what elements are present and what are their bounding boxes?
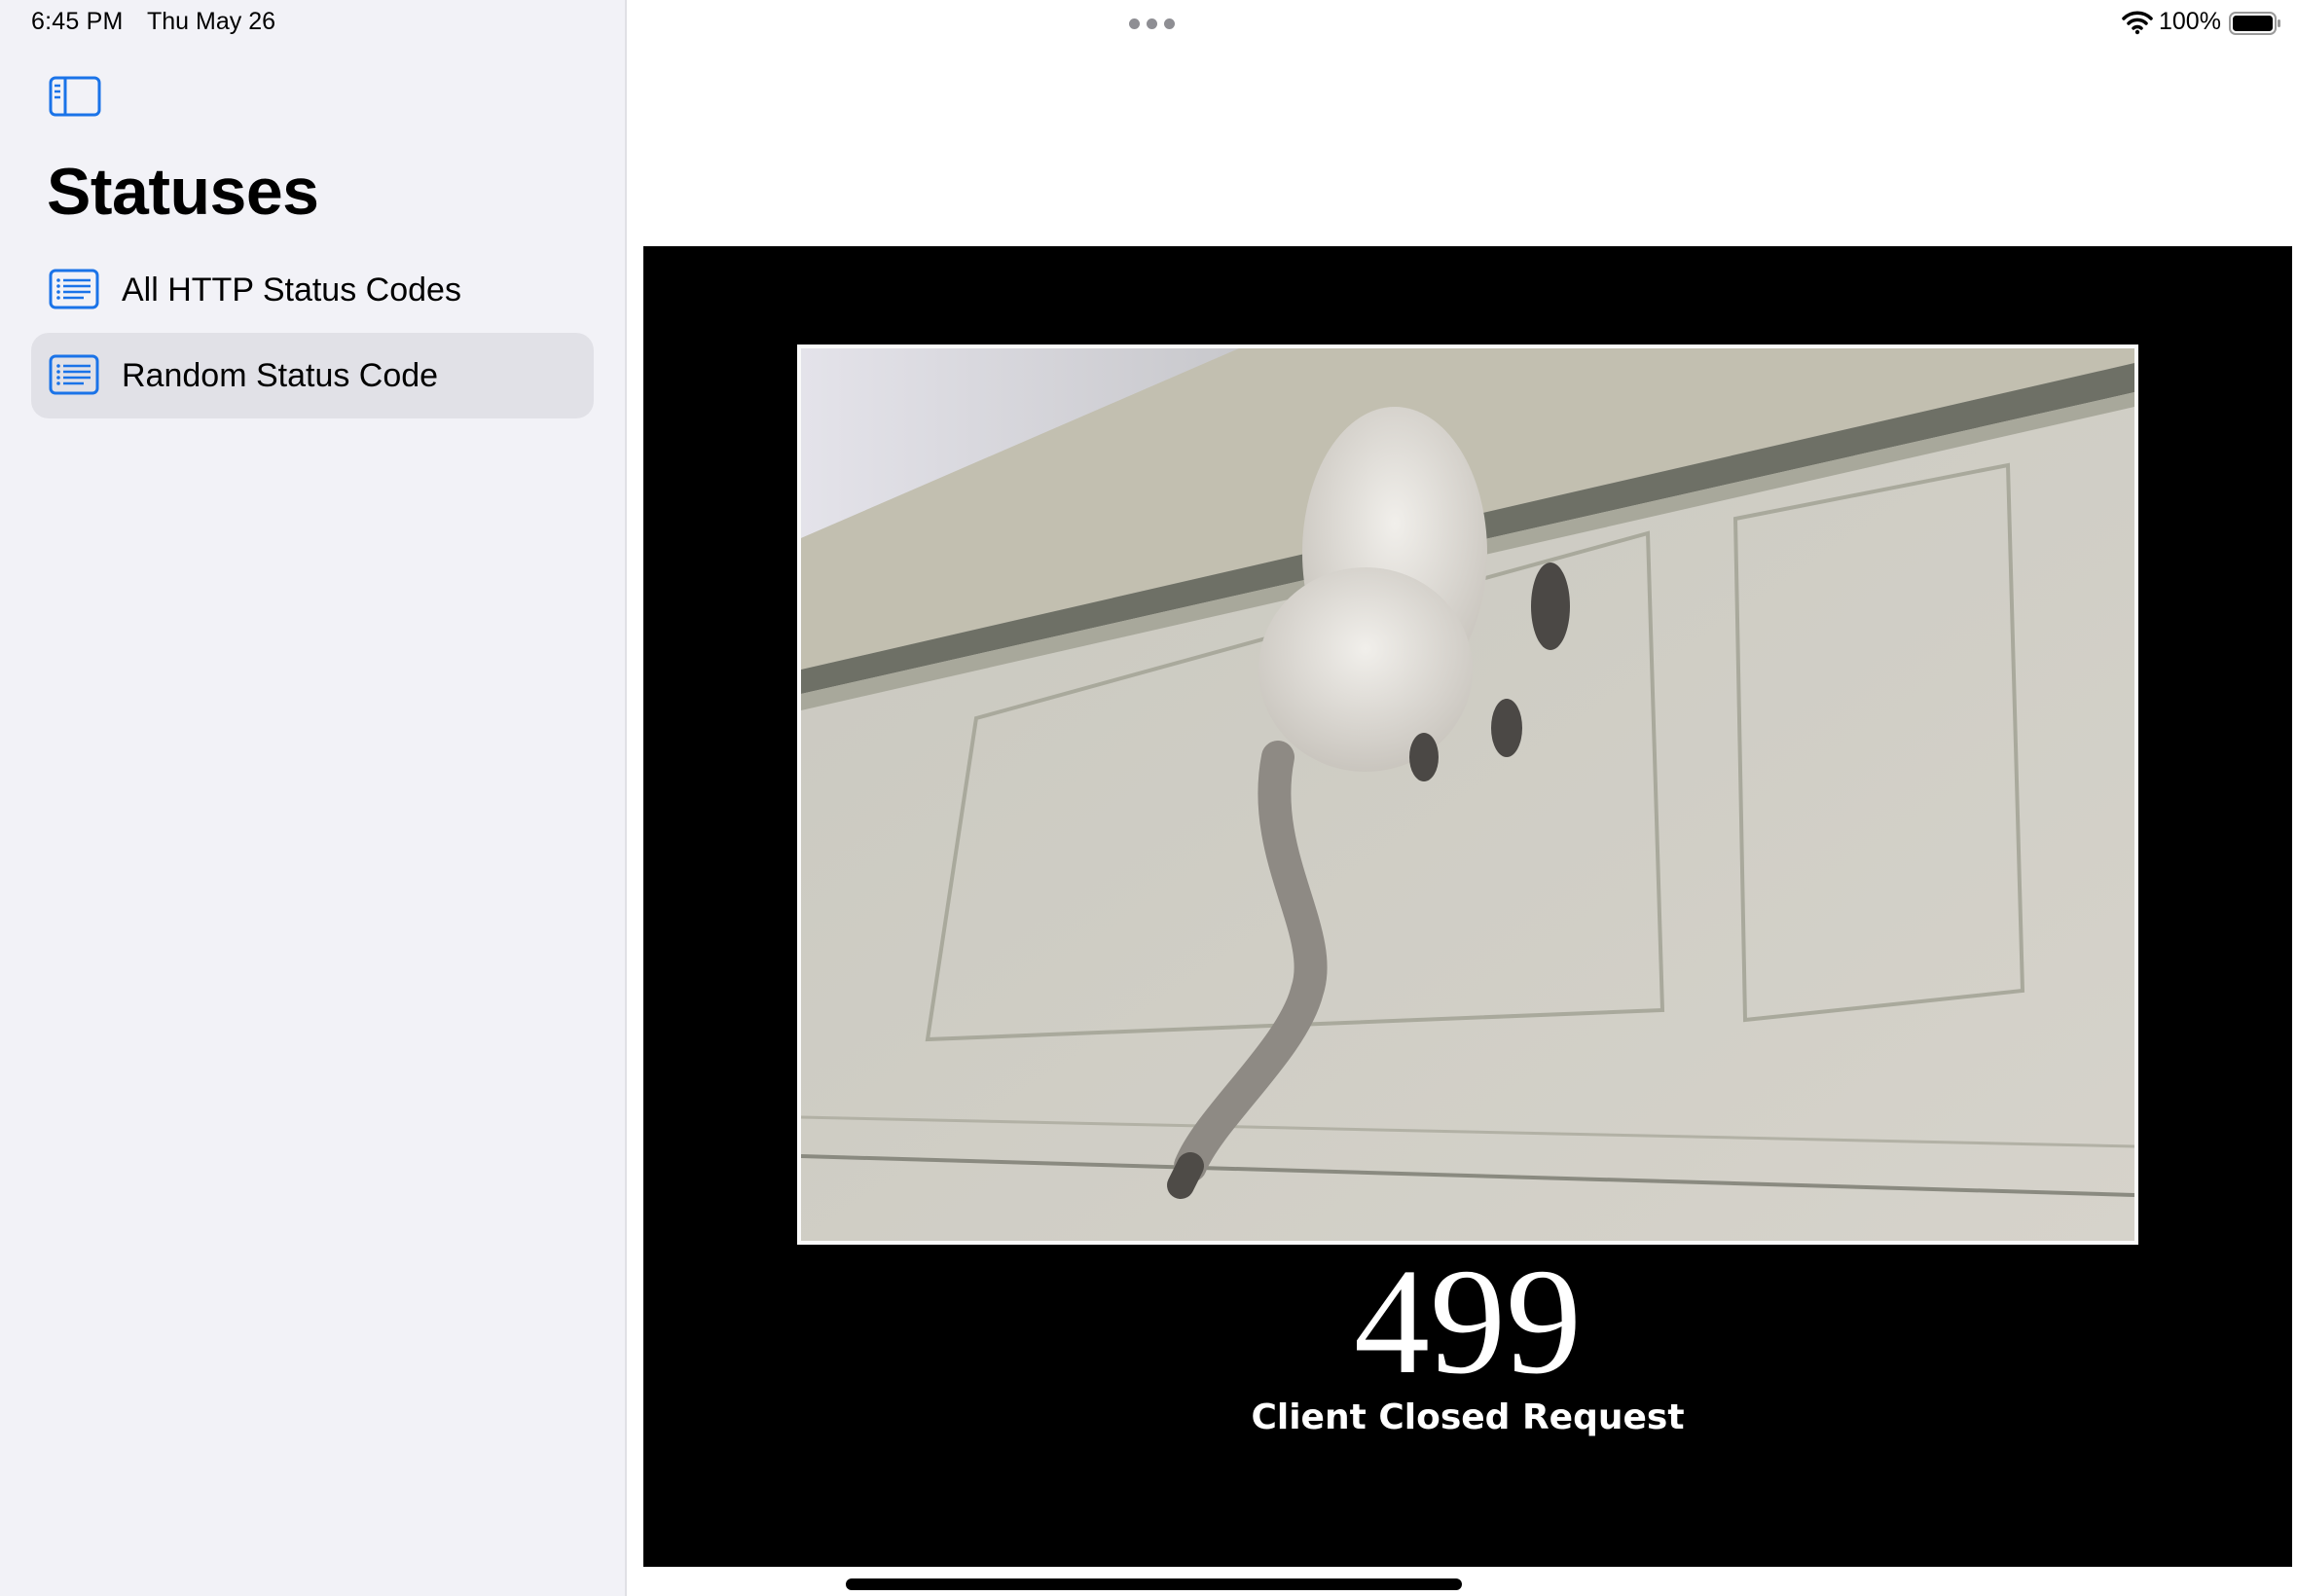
sidebar-item-all-http-status-codes[interactable]: All HTTP Status Codes <box>31 247 594 333</box>
sidebar-item-random-status-code[interactable]: Random Status Code <box>31 333 594 418</box>
home-indicator[interactable] <box>846 1578 1462 1590</box>
ipad-screen: 6:45 PM Thu May 26 Statuses All HTTP Sta… <box>0 0 2297 1596</box>
list-icon <box>49 354 99 395</box>
status-code-description: Client Closed Request <box>1251 1397 1685 1437</box>
list-icon <box>49 269 99 309</box>
wifi-icon <box>2122 10 2153 35</box>
status-time: 6:45 PM <box>31 8 124 35</box>
battery-percentage: 100% <box>2159 8 2221 35</box>
cat-photo <box>797 345 2138 1245</box>
more-options-icon[interactable] <box>1129 18 1176 30</box>
sidebar-item-label: All HTTP Status Codes <box>122 272 461 308</box>
battery-icon <box>2229 12 2281 35</box>
status-date: Thu May 26 <box>147 8 276 35</box>
sidebar-item-label: Random Status Code <box>122 357 439 394</box>
status-code-number: 499 <box>1354 1237 1582 1405</box>
sidebar-title: Statuses <box>47 155 319 229</box>
sidebar-toggle-icon[interactable] <box>49 76 101 117</box>
status-code-poster: 499 Client Closed Request <box>643 246 2292 1567</box>
sidebar: 6:45 PM Thu May 26 Statuses All HTTP Sta… <box>0 0 627 1596</box>
